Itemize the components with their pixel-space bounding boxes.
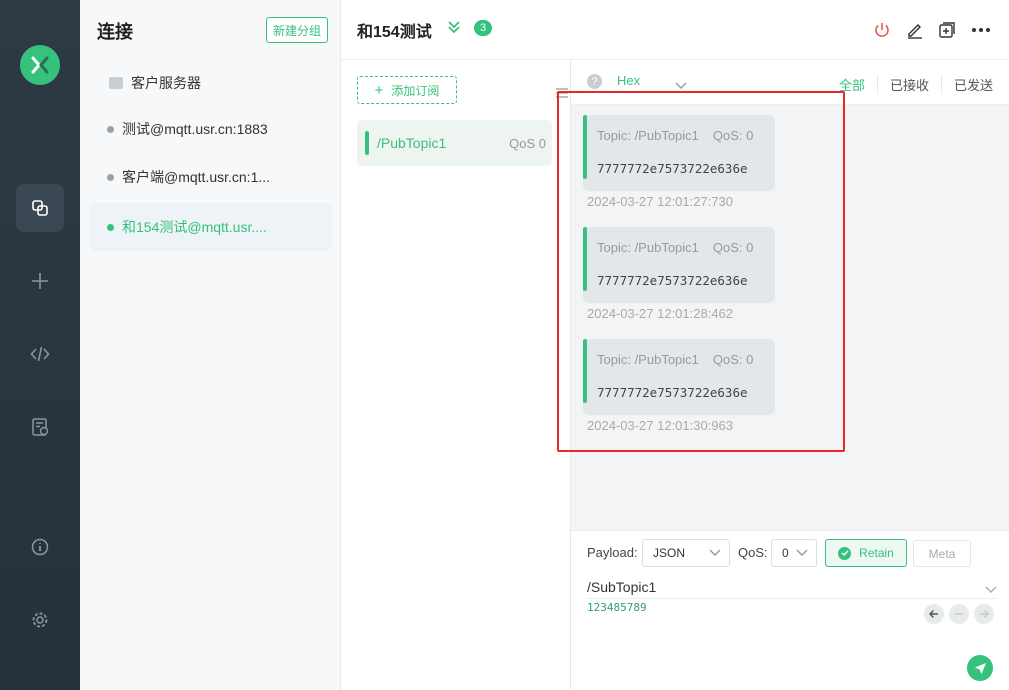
gear-icon: [32, 612, 48, 628]
nav-connections-button[interactable]: [16, 184, 64, 232]
payload-format-label: Payload:: [587, 545, 638, 560]
payload-editor[interactable]: 123485789: [587, 601, 917, 681]
collapse-info-button[interactable]: [446, 19, 462, 40]
qos-value: 0: [782, 546, 789, 560]
nav-rail: [0, 0, 80, 690]
qos-select[interactable]: 0: [771, 539, 817, 567]
add-subscription-label: 添加订阅: [391, 83, 440, 98]
payload-format-select[interactable]: JSON: [642, 539, 730, 567]
message-filter-tabs: 全部 已接收 已发送: [827, 75, 993, 94]
format-select[interactable]: Hex: [617, 73, 640, 88]
edit-icon: [908, 24, 922, 39]
retain-toggle[interactable]: Retain: [825, 539, 907, 567]
info-icon: [31, 538, 49, 556]
new-window-button[interactable]: [937, 20, 957, 40]
history-forward-button[interactable]: [974, 604, 994, 624]
send-button[interactable]: [967, 655, 993, 681]
connection-label: 客户端@mqtt.usr.cn:1...: [122, 169, 271, 185]
tab-sent[interactable]: 已发送: [940, 75, 993, 94]
chevron-down-icon: [709, 549, 721, 556]
subscriptions-panel: + 添加订阅 /PubTopic1 QoS 0: [341, 60, 571, 690]
status-dot: [107, 125, 114, 133]
history-back-button[interactable]: [924, 604, 944, 624]
status-dot: [107, 223, 114, 231]
nav-about-button[interactable]: [16, 523, 64, 571]
connection-header: 和154测试 3: [341, 0, 1009, 60]
tab-received[interactable]: 已接收: [876, 75, 941, 94]
arrow-left-icon: [929, 610, 938, 618]
subscription-item[interactable]: /PubTopic1 QoS 0: [357, 120, 552, 166]
payload-format-value: JSON: [653, 546, 686, 560]
new-window-icon: [939, 22, 955, 38]
connection-item[interactable]: 测试@mqtt.usr.cn:1883: [89, 105, 332, 153]
connections-icon: [32, 200, 48, 216]
folder-icon: [109, 77, 123, 89]
subscription-qos: QoS 0: [509, 135, 546, 151]
subscription-topic: /PubTopic1: [377, 135, 447, 151]
disconnect-button[interactable]: [872, 20, 892, 40]
connections-panel: 连接 新建分组 客户服务器 测试@mqtt.usr.cn:1883 客户端@mq…: [80, 0, 341, 690]
minus-icon: [955, 613, 963, 615]
nav-settings-button[interactable]: [16, 596, 64, 644]
subscription-count-badge: 3: [474, 20, 492, 36]
code-icon: [30, 346, 50, 362]
nav-log-button[interactable]: [16, 403, 64, 451]
app-logo: [20, 45, 60, 85]
publish-topic-input[interactable]: [587, 575, 997, 599]
arrow-right-icon: [980, 610, 989, 618]
chevron-down-icon: [796, 549, 808, 556]
retain-label: Retain: [859, 546, 894, 560]
subscription-color-bar: [365, 131, 369, 155]
connection-item[interactable]: 客户端@mqtt.usr.cn:1...: [89, 153, 332, 201]
chevron-down-icon: [675, 82, 687, 89]
more-icon: [972, 28, 990, 32]
more-button[interactable]: [971, 20, 991, 40]
status-dot: [107, 173, 114, 181]
mqttx-app: 连接 新建分组 客户服务器 测试@mqtt.usr.cn:1883 客户端@mq…: [0, 0, 1009, 690]
chevron-down-icon: [985, 586, 997, 593]
plus-icon: +: [374, 81, 384, 99]
connection-item-active[interactable]: 和154测试@mqtt.usr....: [89, 203, 332, 251]
history-clear-button[interactable]: [949, 604, 969, 624]
meta-button[interactable]: Meta: [913, 540, 971, 567]
folder-row[interactable]: 客户服务器: [109, 73, 201, 93]
publish-composer: Payload: JSON QoS: 0 Retain Meta 1234857…: [571, 530, 1009, 690]
qos-label: QoS:: [738, 545, 768, 560]
power-icon: [875, 23, 889, 37]
edit-connection-button[interactable]: [905, 20, 925, 40]
add-subscription-button[interactable]: + 添加订阅: [357, 76, 457, 104]
new-group-button[interactable]: 新建分组: [266, 17, 328, 43]
folder-label: 客户服务器: [131, 75, 201, 91]
double-chevron-down-icon: [448, 21, 460, 34]
nav-script-button[interactable]: [16, 330, 64, 378]
send-icon: [974, 662, 986, 674]
check-icon: [838, 546, 852, 560]
annotation-highlight-box: [557, 91, 845, 452]
connections-title: 连接: [97, 22, 133, 42]
plus-icon: [32, 273, 48, 289]
connection-label: 测试@mqtt.usr.cn:1883: [122, 121, 268, 137]
connection-name: 和154测试: [357, 24, 432, 41]
help-icon[interactable]: ?: [587, 74, 602, 89]
topic-history-toggle[interactable]: [985, 581, 997, 599]
nav-new-connection-button[interactable]: [16, 257, 64, 305]
connection-label: 和154测试@mqtt.usr....: [122, 219, 267, 235]
log-icon: [32, 418, 49, 436]
